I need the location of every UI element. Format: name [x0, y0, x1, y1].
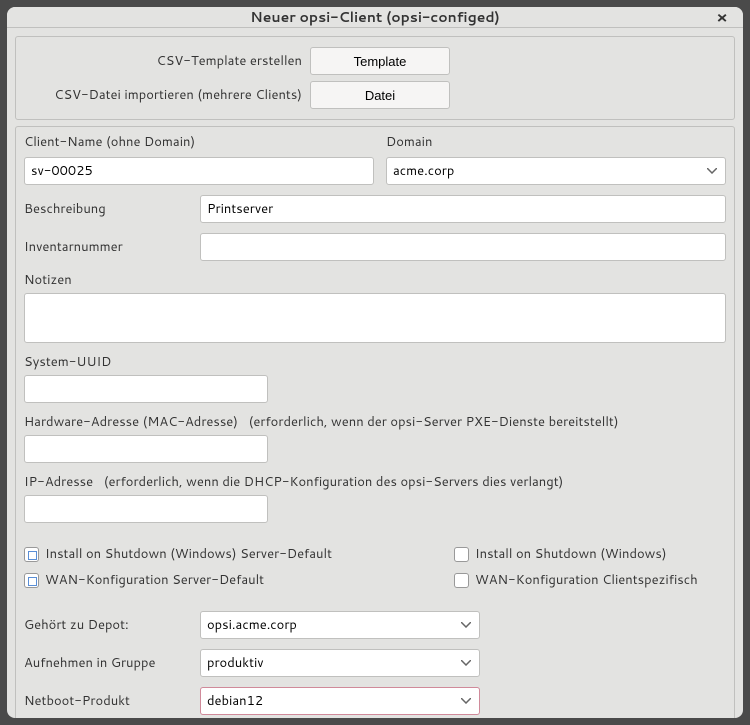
netboot-select[interactable]: debian12: [200, 687, 480, 715]
install-on-shutdown-default-checkbox[interactable]: [24, 547, 39, 562]
install-on-shutdown-checkbox[interactable]: [454, 547, 469, 562]
csv-import-label: CSV-Datei importieren (mehrere Clients): [24, 86, 302, 104]
csv-template-label: CSV-Template erstellen: [24, 52, 302, 70]
netboot-label: Netboot-Produkt: [24, 692, 192, 710]
mac-input[interactable]: [24, 435, 268, 463]
inventory-label: Inventarnummer: [24, 238, 192, 256]
mac-hint: (erforderlich, wenn der opsi-Server PXE-…: [249, 413, 619, 431]
description-input[interactable]: [200, 195, 726, 223]
group-label: Aufnehmen in Gruppe: [24, 654, 192, 672]
group-select[interactable]: produktiv: [200, 649, 480, 677]
depot-select[interactable]: opsi.acme.corp: [200, 611, 480, 639]
ip-hint: (erforderlich, wenn die DHCP-Konfigurati…: [104, 473, 564, 491]
wan-default-checkbox[interactable]: [24, 573, 39, 588]
main-form-panel: Client-Name (ohne Domain) Domain acme.co…: [15, 126, 735, 718]
description-label: Beschreibung: [24, 200, 192, 218]
titlebar: Neuer opsi-Client (opsi-configed) ×: [7, 7, 743, 28]
client-name-input[interactable]: [24, 157, 374, 185]
uuid-label: System-UUID: [24, 353, 726, 371]
csv-template-button[interactable]: Template: [310, 47, 450, 75]
wan-client-checkbox[interactable]: [454, 573, 469, 588]
domain-select[interactable]: acme.corp: [386, 157, 726, 185]
ip-input[interactable]: [24, 495, 268, 523]
client-name-label: Client-Name (ohne Domain): [24, 133, 374, 151]
close-icon[interactable]: ×: [711, 7, 733, 29]
install-on-shutdown-label: Install on Shutdown (Windows): [475, 545, 667, 563]
uuid-input[interactable]: [24, 375, 268, 403]
mac-label: Hardware-Adresse (MAC-Adresse): [24, 413, 238, 431]
window-title: Neuer opsi-Client (opsi-configed): [250, 7, 499, 27]
inventory-input[interactable]: [200, 233, 726, 261]
install-on-shutdown-default-label: Install on Shutdown (Windows) Server-Def…: [45, 545, 332, 563]
csv-import-button[interactable]: Datei: [310, 81, 450, 109]
depot-label: Gehört zu Depot:: [24, 616, 192, 634]
dialog-window: Neuer opsi-Client (opsi-configed) × CSV-…: [7, 7, 743, 718]
wan-client-label: WAN-Konfiguration Clientspezifisch: [475, 571, 698, 589]
domain-label: Domain: [386, 133, 726, 151]
csv-panel: CSV-Template erstellen Template CSV-Date…: [15, 36, 735, 120]
notes-textarea[interactable]: [24, 293, 726, 343]
notes-label: Notizen: [24, 271, 726, 289]
wan-default-label: WAN-Konfiguration Server-Default: [45, 571, 264, 589]
ip-label: IP-Adresse: [24, 473, 93, 491]
